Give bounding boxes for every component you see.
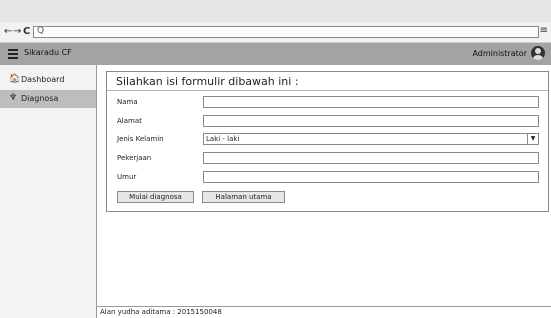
footer: Alan yudha aditama : 2015150048: [97, 306, 551, 318]
footer-text: Alan yudha aditama : 2015150048: [100, 308, 222, 316]
form-panel-header: Silahkan isi formulir dibawah ini :: [107, 72, 548, 91]
user-avatar-icon[interactable]: [531, 46, 545, 60]
umur-label: Umur: [117, 173, 137, 181]
sidebar-item-label: Diagnosa: [21, 94, 59, 103]
nama-label: Nama: [117, 98, 138, 106]
user-name[interactable]: Administrator: [472, 49, 527, 58]
address-bar[interactable]: Q: [33, 26, 539, 38]
jenis-kelamin-select[interactable]: Laki - laki ▼: [203, 133, 539, 145]
browser-menu-icon[interactable]: ≡: [540, 25, 548, 36]
menu-icon[interactable]: [8, 49, 18, 59]
stethoscope-icon: ♆: [9, 93, 18, 103]
app-title: Sikaradu CF: [24, 48, 72, 57]
alamat-label: Alamat: [117, 117, 142, 125]
search-icon: Q: [37, 26, 45, 36]
sidebar-item-dashboard[interactable]: 🏠 Dashboard: [0, 71, 96, 89]
back-icon[interactable]: ←: [4, 25, 12, 39]
nama-input[interactable]: [203, 96, 539, 108]
sidebar-item-diagnosa[interactable]: ♆ Diagnosa: [0, 90, 96, 108]
mulai-diagnosa-button[interactable]: Mulai diagnosa: [117, 191, 194, 203]
chevron-down-icon[interactable]: ▼: [527, 134, 538, 144]
jenis-kelamin-label: Jenis Kelamin: [117, 135, 164, 143]
home-icon: 🏠: [9, 74, 21, 84]
sidebar-item-label: Dashboard: [21, 75, 65, 84]
forward-icon[interactable]: →: [13, 25, 21, 39]
pekerjaan-input[interactable]: [203, 152, 539, 164]
umur-input[interactable]: [203, 171, 539, 183]
jenis-kelamin-value: Laki - laki: [206, 135, 240, 143]
pekerjaan-label: Pekerjaan: [117, 154, 152, 162]
window-top-strip: [0, 0, 551, 22]
form-panel: Silahkan isi formulir dibawah ini : Nama…: [106, 71, 549, 212]
halaman-utama-button[interactable]: Halaman utama: [202, 191, 285, 203]
form-title: Silahkan isi formulir dibawah ini :: [116, 75, 299, 88]
browser-toolbar: ← → C Q ≡: [0, 22, 551, 43]
reload-icon[interactable]: C: [23, 25, 30, 39]
sidebar: 🏠 Dashboard ♆ Diagnosa: [0, 65, 97, 318]
app-header: Sikaradu CF Administrator: [0, 43, 551, 65]
alamat-input[interactable]: [203, 115, 539, 127]
